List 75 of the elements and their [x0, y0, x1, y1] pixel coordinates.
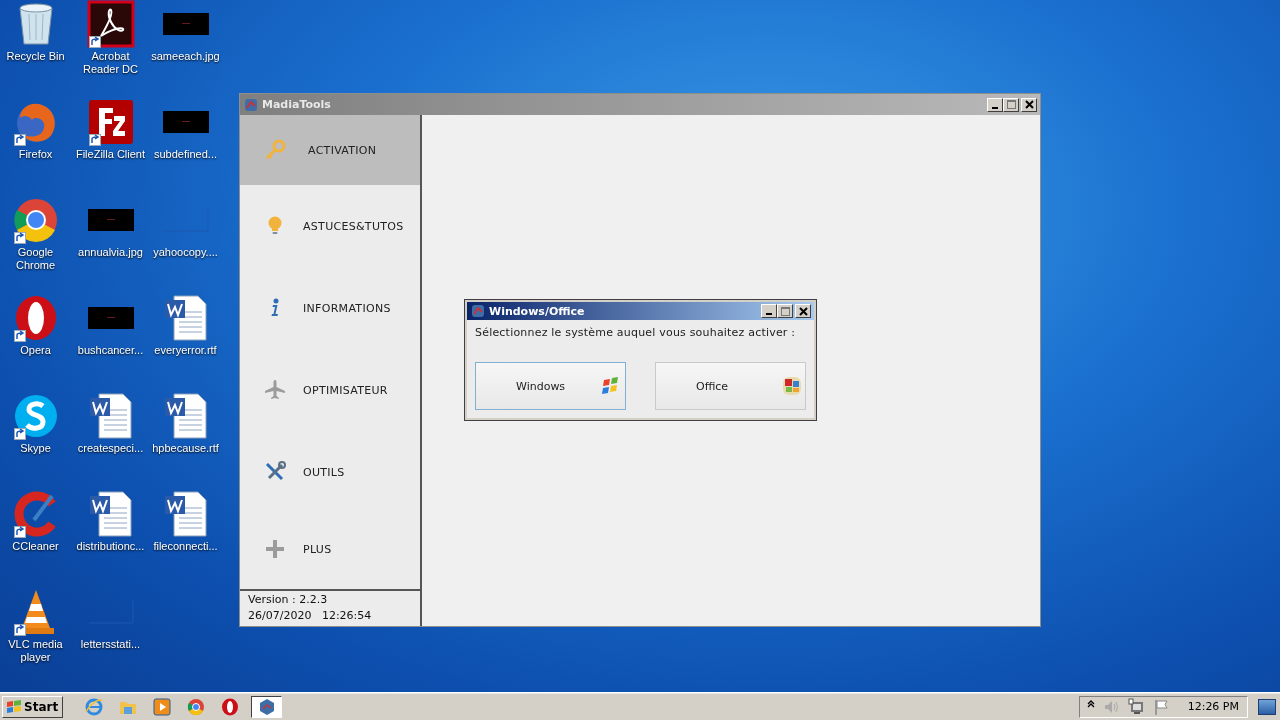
icon-label[interactable]: yahoocopy....: [153, 246, 218, 259]
icon-label[interactable]: distributionc...: [76, 540, 145, 553]
shortcut-arrow-icon: [13, 330, 26, 342]
airplane-icon: [264, 379, 286, 401]
icon-label[interactable]: Acrobat Reader DC: [73, 50, 148, 76]
icon-label[interactable]: Recycle Bin: [6, 50, 65, 63]
sidebar-menu-item[interactable]: PLUS: [240, 513, 420, 585]
icon-label[interactable]: Firefox: [18, 148, 53, 161]
prompt-text: Sélectionnez le système auquel vous souhaitez activer :: [475, 326, 797, 339]
date-time-label: 26/07/2020 12:26:54: [248, 609, 373, 622]
show-desktop-button[interactable]: [1258, 698, 1276, 715]
window-title: Windows/Office: [489, 304, 585, 318]
shortcut-arrow-icon: [13, 232, 26, 244]
maximize-icon: [1006, 100, 1016, 109]
sidebar-menu-item[interactable]: ACTIVATION: [240, 115, 420, 185]
icon-label[interactable]: bushcancer...: [77, 344, 144, 357]
maximize-button[interactable]: [1003, 97, 1019, 112]
shortcut-arrow-icon: [13, 526, 26, 538]
icon-label[interactable]: fileconnecti...: [153, 540, 218, 553]
flag-icon[interactable]: [1152, 697, 1171, 716]
clock[interactable]: 12:26 PM: [1187, 700, 1239, 713]
app-icon: [257, 697, 276, 716]
start-button[interactable]: Start: [2, 695, 64, 718]
office-apps-icon: [782, 376, 802, 396]
icon-label[interactable]: annualvia.jpg: [78, 246, 143, 259]
sidebar-menu-item[interactable]: OPTIMISATEUR: [240, 349, 420, 431]
sidebar-menu-item[interactable]: INFORMATIONS: [240, 267, 420, 349]
close-button[interactable]: [795, 304, 811, 318]
icon-label[interactable]: sameeach.jpg: [151, 50, 220, 63]
minimize-icon: [766, 313, 772, 315]
shortcut-arrow-icon: [13, 134, 26, 146]
icon-label[interactable]: createspeci...: [77, 442, 144, 455]
icon-label[interactable]: CCleaner: [12, 540, 59, 553]
plus-icon: [264, 538, 286, 560]
sidebar-menu-item[interactable]: OUTILS: [240, 431, 420, 513]
wrench-screwdriver-icon: [264, 461, 286, 483]
app-icon: [244, 97, 258, 112]
window-title: MadiaTools: [262, 98, 331, 111]
close-button[interactable]: [1021, 97, 1037, 112]
minimize-button[interactable]: [987, 97, 1003, 112]
windows-logo-icon: [6, 699, 22, 714]
icon-label[interactable]: VLC media player: [0, 638, 73, 664]
close-icon: [1024, 100, 1034, 109]
icon-label[interactable]: hpbecause.rtf: [152, 442, 219, 455]
maximize-icon: [780, 306, 790, 316]
media-player-icon: [153, 697, 172, 716]
shortcut-arrow-icon: [88, 134, 101, 146]
browser-ball-icon: [187, 697, 206, 716]
maximize-button[interactable]: [777, 304, 793, 318]
app-icon: [471, 304, 485, 318]
shortcut-arrow-icon: [13, 624, 26, 636]
pdf-reader-icon[interactable]: [86, 0, 135, 48]
icon-label[interactable]: Opera: [20, 344, 51, 357]
taskbar-app-button[interactable]: [251, 695, 283, 718]
ie-e-icon: [85, 697, 104, 716]
opera-o-icon: [221, 697, 240, 716]
minimize-button[interactable]: [761, 304, 777, 318]
icon-label[interactable]: subdefined...: [154, 148, 217, 161]
icon-label[interactable]: Skype: [20, 442, 51, 455]
filezilla-icon[interactable]: [86, 98, 135, 146]
icon-label[interactable]: Google Chrome: [0, 246, 73, 272]
version-label: Version : 2.2.3: [248, 593, 329, 606]
network-icon[interactable]: [1127, 697, 1146, 716]
dialog-button[interactable]: Windows: [475, 362, 626, 410]
key-icon: [264, 139, 286, 161]
minimize-icon: [992, 106, 998, 109]
shortcut-arrow-icon: [88, 36, 101, 48]
close-icon: [798, 306, 808, 316]
icon-label[interactable]: lettersstati...: [80, 638, 141, 651]
icon-label[interactable]: everyerror.rtf: [154, 344, 217, 357]
shortcut-arrow-icon: [13, 428, 26, 440]
browser-ball-icon[interactable]: [11, 196, 60, 244]
sidebar-menu-item[interactable]: ASTUCES&TUTOS: [240, 185, 420, 267]
dialog-button[interactable]: Office: [655, 362, 806, 410]
icon-label[interactable]: FileZilla Client: [75, 148, 146, 161]
